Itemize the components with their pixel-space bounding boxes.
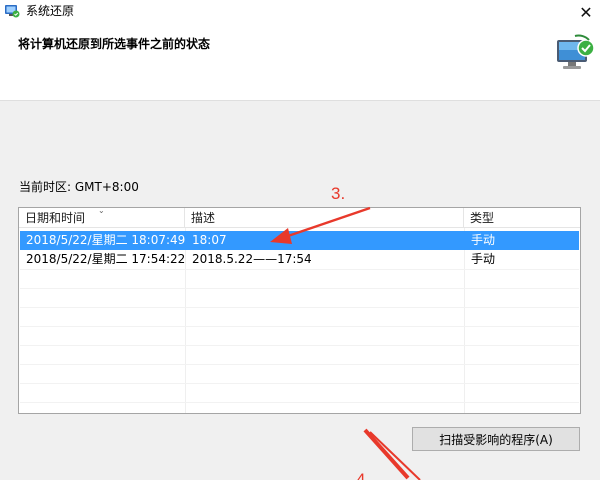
- close-button[interactable]: ✕: [572, 0, 600, 24]
- chevron-down-icon: ⌄: [98, 206, 105, 215]
- column-header-datetime[interactable]: 日期和时间 ⌄: [19, 206, 185, 228]
- table-row[interactable]: 2018/5/22/星期二 18:07:49 18:07 手动: [20, 231, 579, 250]
- row-gridline: [20, 288, 579, 289]
- restore-point-list[interactable]: 日期和时间 ⌄ 描述 类型 2018/5/22/星期二 18:07:49 18:…: [18, 206, 581, 414]
- window-title: 系统还原: [26, 4, 75, 18]
- row-datetime: 2018/5/22/星期二 17:54:22: [26, 252, 186, 266]
- column-header-label: 类型: [470, 211, 495, 225]
- row-gridline: [20, 307, 579, 308]
- page-title: 将计算机还原到所选事件之前的状态: [18, 37, 211, 51]
- wizard-header: 将计算机还原到所选事件之前的状态: [0, 24, 600, 101]
- computer-restore-icon: [557, 34, 595, 69]
- row-type: 手动: [471, 252, 496, 266]
- column-header-description[interactable]: 描述: [185, 208, 464, 228]
- row-gridline: [20, 345, 579, 346]
- row-datetime: 2018/5/22/星期二 18:07:49: [26, 233, 186, 247]
- annotation-step-4: 4: [356, 470, 366, 480]
- timezone-label: 当前时区: GMT+8:00: [19, 180, 139, 194]
- scan-affected-programs-button[interactable]: 扫描受影响的程序(A): [412, 427, 580, 451]
- row-gridline: [20, 364, 579, 365]
- row-description: 2018.5.22——17:54: [192, 252, 312, 266]
- column-header-label: 日期和时间: [25, 211, 86, 225]
- table-row[interactable]: 2018/5/22/星期二 17:54:22 2018.5.22——17:54 …: [20, 250, 579, 269]
- row-gridline: [20, 326, 579, 327]
- column-header-type[interactable]: 类型: [464, 208, 580, 228]
- row-type: 手动: [471, 233, 496, 247]
- close-icon: ✕: [579, 2, 593, 22]
- list-header: 日期和时间 ⌄ 描述 类型: [19, 206, 580, 228]
- row-gridline: [20, 402, 579, 403]
- row-gridline: [20, 383, 579, 384]
- row-gridline: [20, 269, 579, 270]
- annotation-step-3: 3.: [331, 184, 346, 203]
- column-header-label: 描述: [191, 211, 216, 225]
- row-description: 18:07: [192, 233, 227, 247]
- system-restore-icon: [5, 5, 20, 18]
